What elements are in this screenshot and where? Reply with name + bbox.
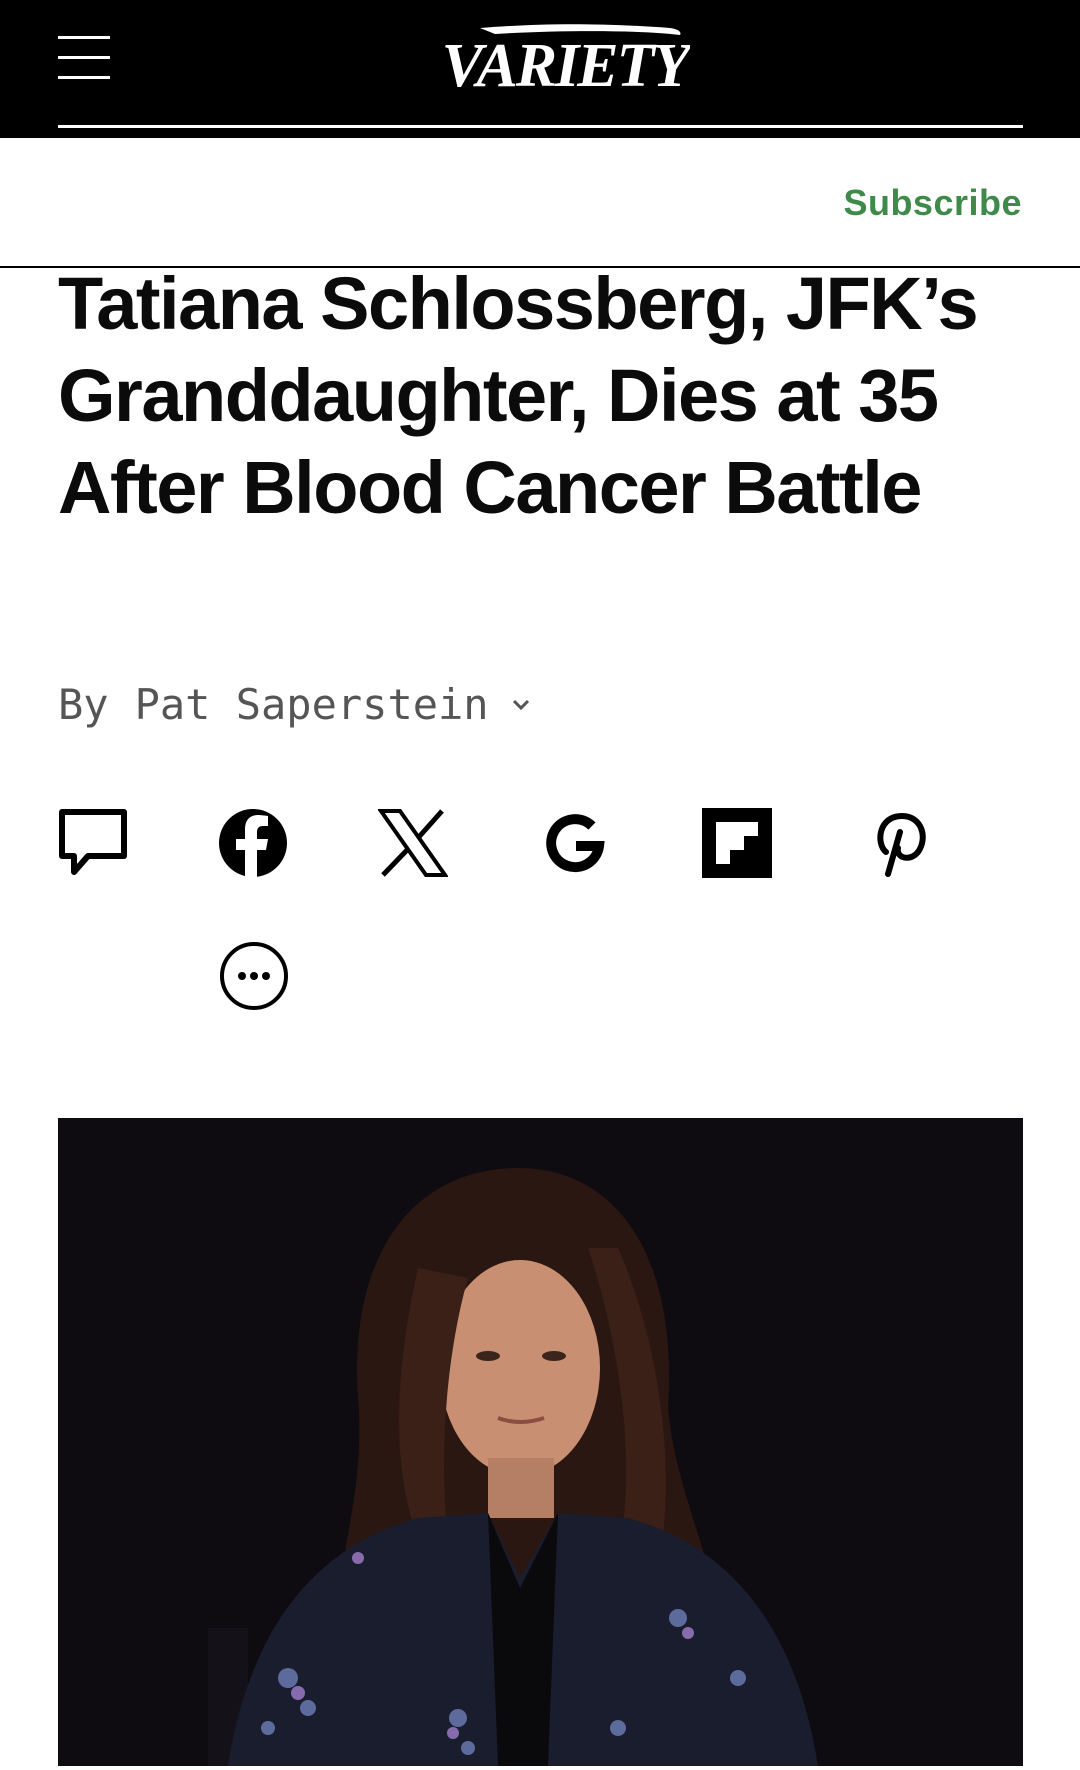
share-bar: [58, 808, 1018, 878]
article-photo: [58, 1118, 1023, 1766]
pinterest-icon[interactable]: [864, 808, 934, 878]
author-link[interactable]: Pat Saperstein: [135, 680, 489, 729]
menu-icon[interactable]: [58, 36, 110, 80]
subscribe-bar: Subscribe: [0, 138, 1080, 268]
subscribe-link[interactable]: Subscribe: [843, 182, 1022, 224]
x-icon[interactable]: [378, 808, 448, 878]
svg-text:VARIETY: VARIETY: [442, 32, 690, 98]
masthead: VARIETY: [0, 0, 1080, 138]
chevron-down-icon[interactable]: [511, 698, 531, 712]
masthead-divider: [58, 125, 1023, 128]
flipboard-icon[interactable]: [702, 808, 772, 878]
facebook-icon[interactable]: [218, 808, 288, 878]
byline-prefix: By: [58, 680, 109, 729]
more-icon[interactable]: [218, 940, 290, 1012]
comment-icon[interactable]: [58, 808, 128, 878]
google-icon[interactable]: [540, 808, 610, 878]
variety-logo[interactable]: VARIETY: [440, 18, 690, 98]
article-headline: Tatiana Schlossberg, JFK’s Granddaughter…: [58, 262, 979, 529]
byline: By Pat Saperstein: [58, 680, 531, 729]
